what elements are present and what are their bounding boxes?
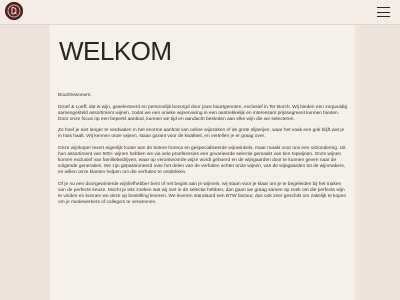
menu-line [377,7,390,9]
main-content: WELKOM Bourthewoners, Droef & Loeff, dat… [50,25,355,300]
wax-seal-logo-icon[interactable] [5,2,23,20]
menu-line [377,16,390,18]
paragraph-greeting: Bourthewoners, [58,93,92,98]
paragraph-guidance: Of je nu een doorgewinterde wijnliefhebb… [58,181,347,206]
page-title: WELKOM [59,36,172,66]
paragraph-selection: Zo hoef je niet langer te verdwalen in h… [58,128,345,140]
intro-text: Bourthewoners, Droef & Loeff, dat is wij… [58,93,348,212]
menu-line [377,11,390,13]
top-bar [0,0,400,25]
paragraph-about: Droef & Loeff, dat is wijn, geselecteerd… [58,104,348,122]
hamburger-menu-icon[interactable] [377,7,390,18]
paragraph-wine-buyer: Onze wijnkoper levert eigenlijk louter a… [58,146,346,176]
